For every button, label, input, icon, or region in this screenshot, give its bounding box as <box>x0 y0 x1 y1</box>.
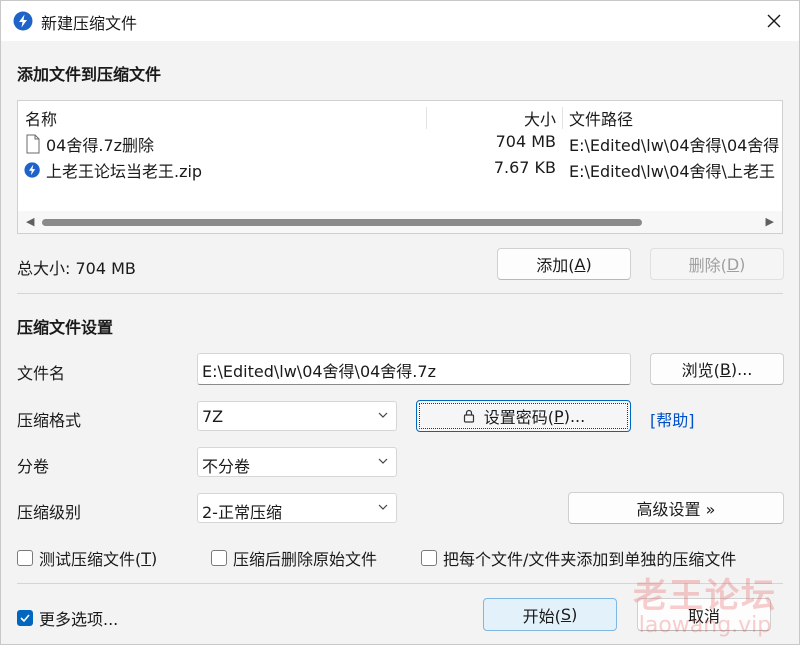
file-icon <box>26 134 40 154</box>
browse-button-label: 浏览( <box>681 361 720 380</box>
column-header-name[interactable]: 名称 <box>25 106 57 130</box>
footer-divider <box>17 583 783 584</box>
split-select[interactable]: 不分卷 <box>197 447 397 477</box>
checkmark-icon <box>20 614 30 623</box>
format-select[interactable]: 7Z <box>197 401 397 431</box>
separate-archives-checkbox[interactable]: 把每个文件/文件夹添加到单独的压缩文件 <box>421 546 736 570</box>
file-size: 7.67 KB <box>493 158 556 177</box>
checkbox-label: 把每个文件/文件夹添加到单独的压缩文件 <box>443 550 737 569</box>
column-separator[interactable] <box>426 107 427 129</box>
chevron-down-icon <box>378 504 388 510</box>
checkbox-key: T <box>141 548 152 568</box>
paren-close: ) <box>151 548 158 568</box>
file-name: 上老王论坛当老王.zip <box>46 162 203 181</box>
filename-input[interactable]: E:\Edited\lw\04舍得\04舍得.7z <box>197 353 631 385</box>
bandizip-icon <box>13 11 33 31</box>
checkbox-box[interactable] <box>211 550 227 566</box>
set-password-button[interactable]: 设置密码(P)... <box>416 400 631 432</box>
start-button-key: S <box>560 605 572 624</box>
window-title: 新建压缩文件 <box>41 14 138 33</box>
delete-button-key: D <box>726 254 740 274</box>
checkbox-box[interactable] <box>421 550 437 566</box>
start-button[interactable]: 开始(S) <box>483 598 617 631</box>
split-value: 不分卷 <box>202 457 251 476</box>
help-link[interactable]: [帮助] <box>650 407 695 431</box>
set-password-key: P <box>554 406 564 426</box>
column-header-size[interactable]: 大小 <box>524 106 556 130</box>
settings-section-title: 压缩文件设置 <box>17 318 114 337</box>
scroll-right-icon[interactable]: ▶ <box>766 215 774 228</box>
file-size: 704 MB <box>495 132 556 151</box>
paren-close: ) <box>585 254 592 274</box>
more-options-label: 更多选项... <box>39 610 119 629</box>
horizontal-scrollbar[interactable]: ◀ ▶ <box>18 211 782 233</box>
level-label: 压缩级别 <box>17 503 82 522</box>
browse-button-key: B <box>719 359 731 379</box>
file-list[interactable]: 名称 大小 文件路径 04舍得.7z删除 704 MB E:\Edited\lw… <box>17 100 783 234</box>
add-button-label: 添加( <box>536 256 575 275</box>
column-header-path[interactable]: 文件路径 <box>569 106 633 130</box>
delete-after-compress-checkbox[interactable]: 压缩后删除原始文件 <box>211 546 377 570</box>
delete-button[interactable]: 删除(D) <box>650 248 784 280</box>
checkbox-box[interactable] <box>17 550 33 566</box>
format-value: 7Z <box>202 407 224 426</box>
scroll-left-icon[interactable]: ◀ <box>26 215 34 228</box>
set-password-label: 设置密码( <box>483 408 555 427</box>
file-list-header: 名称 大小 文件路径 <box>18 105 782 129</box>
more-options-checkbox[interactable]: 更多选项... <box>17 606 118 630</box>
checkbox-label: 压缩后删除原始文件 <box>233 550 378 569</box>
file-row[interactable]: 上老王论坛当老王.zip 7.67 KB E:\Edited\lw\04舍得\上… <box>18 157 782 183</box>
close-button[interactable] <box>759 7 789 35</box>
button-suffix: )... <box>563 406 586 426</box>
level-select[interactable]: 2-正常压缩 <box>197 493 397 523</box>
add-button-key: A <box>574 254 586 274</box>
close-icon <box>767 14 781 28</box>
advanced-settings-button[interactable]: 高级设置 » <box>568 492 784 524</box>
checkbox-box[interactable] <box>17 610 33 626</box>
button-suffix: )... <box>730 359 753 379</box>
column-separator[interactable] <box>562 107 563 129</box>
chevron-down-icon <box>378 412 388 418</box>
paren-close: ) <box>739 254 746 274</box>
scrollbar-thumb[interactable] <box>42 219 642 226</box>
level-value: 2-正常压缩 <box>202 503 282 522</box>
split-label: 分卷 <box>17 457 50 476</box>
file-name: 04舍得.7z删除 <box>46 136 155 155</box>
paren-close: ) <box>571 605 578 624</box>
checkbox-label: 测试压缩文件( <box>39 550 142 569</box>
start-button-label: 开始( <box>522 606 561 626</box>
lock-icon <box>463 409 474 423</box>
format-label: 压缩格式 <box>17 411 82 430</box>
section-divider <box>17 293 783 294</box>
bandizip-icon <box>24 162 40 178</box>
chevron-down-icon <box>378 458 388 464</box>
browse-button[interactable]: 浏览(B)... <box>650 353 784 385</box>
cancel-button[interactable]: 取消 <box>637 598 771 631</box>
file-path: E:\Edited\lw\04舍得\04舍得 <box>569 136 780 155</box>
total-size-label: 总大小: 704 MB <box>17 259 136 278</box>
add-files-section-title: 添加文件到压缩文件 <box>17 65 162 84</box>
title-bar: 新建压缩文件 <box>1 1 799 41</box>
test-archive-checkbox[interactable]: 测试压缩文件(T) <box>17 546 157 570</box>
file-row[interactable]: 04舍得.7z删除 704 MB E:\Edited\lw\04舍得\04舍得 <box>18 131 782 157</box>
add-button[interactable]: 添加(A) <box>497 248 631 280</box>
file-path: E:\Edited\lw\04舍得\上老王 <box>569 162 775 181</box>
delete-button-label: 删除( <box>688 256 727 275</box>
filename-label: 文件名 <box>17 364 66 383</box>
new-archive-dialog: 新建压缩文件 添加文件到压缩文件 名称 大小 文件路径 04舍得.7z删除 70… <box>0 0 800 645</box>
